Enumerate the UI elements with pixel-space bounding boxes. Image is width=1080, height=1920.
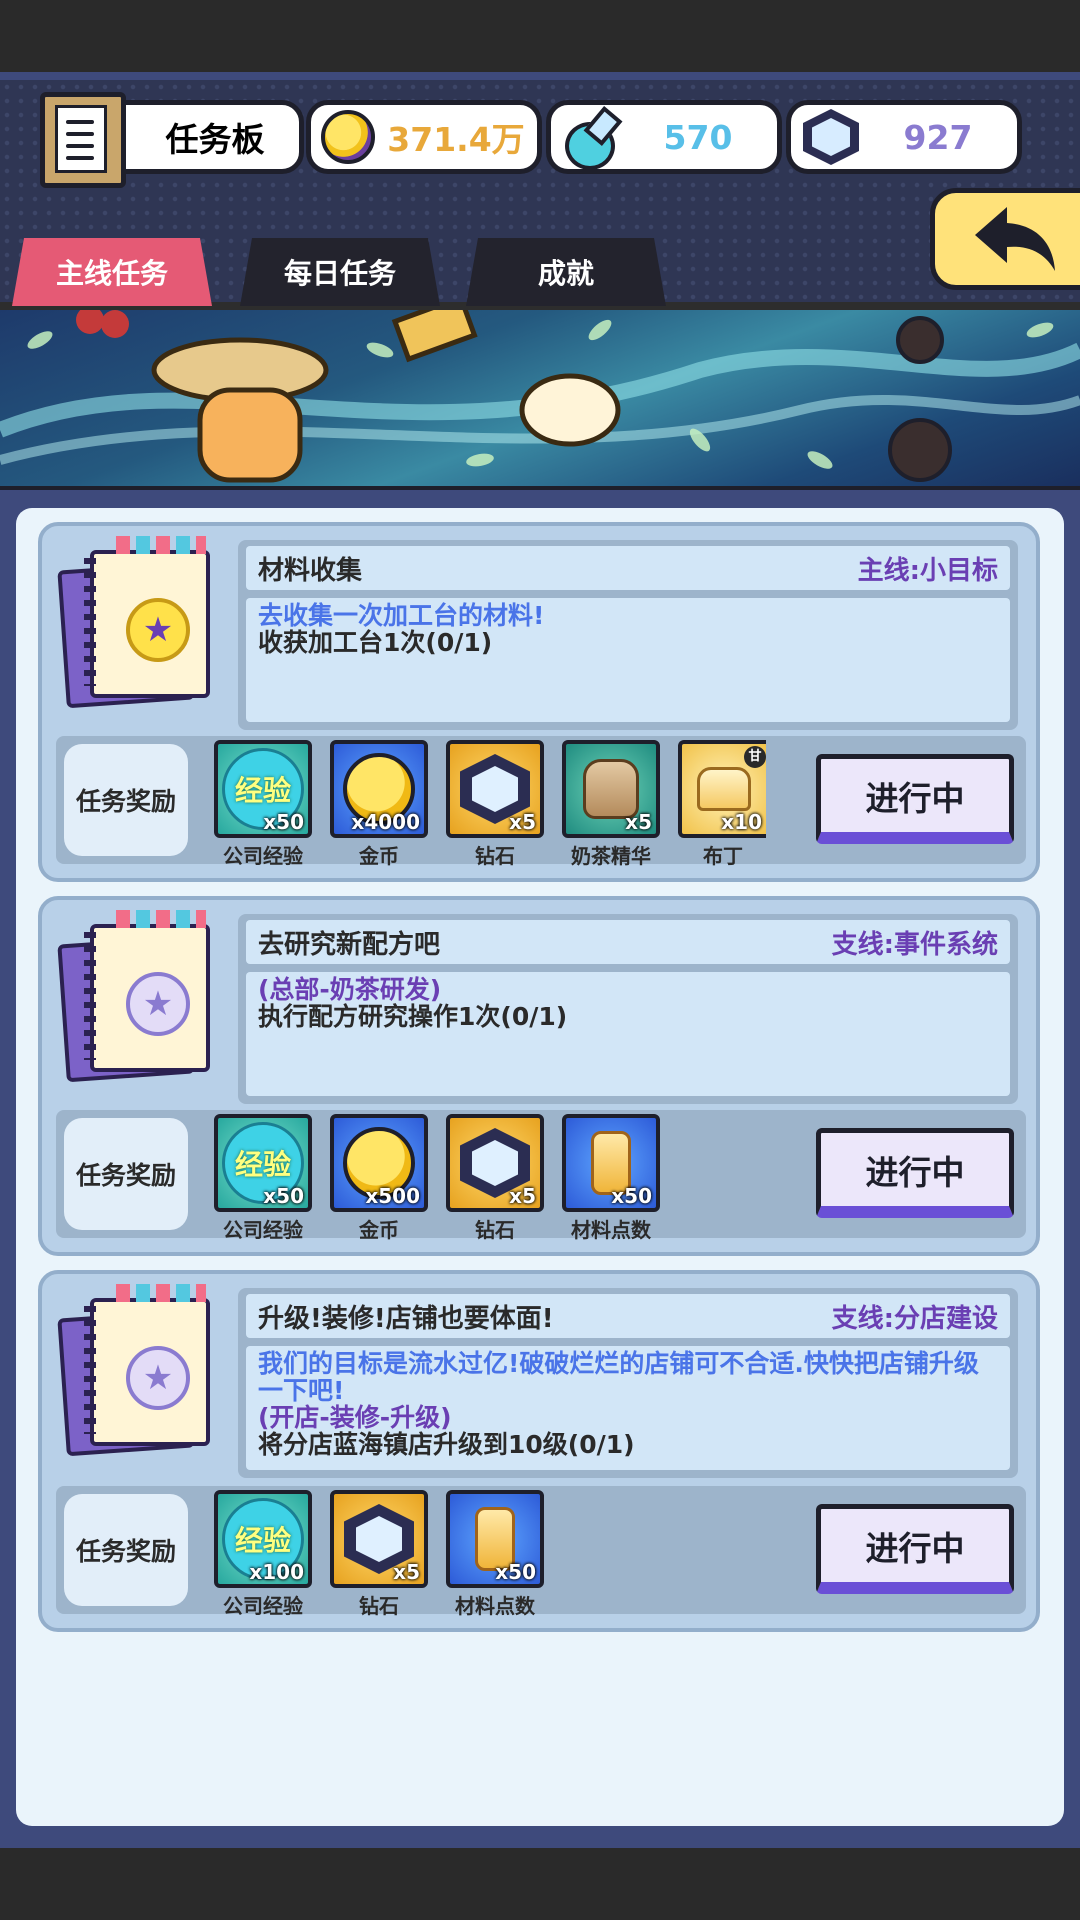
pudding-icon <box>697 767 751 811</box>
gem-icon <box>803 109 859 165</box>
quest-card: ★ 升级!装修!店铺也要体面! 支线:分店建设 我们的目标是流水过亿!破破烂烂的… <box>38 1270 1040 1632</box>
quest-notebook-icon: ★ <box>56 536 226 709</box>
reward-name: 钻石 <box>359 1594 399 1618</box>
quest-card: ★ 去研究新配方吧 支线:事件系统 (总部-奶茶研发) 执行配方研究操作1次(0… <box>38 896 1040 1256</box>
tab-daily-quests[interactable]: 每日任务 <box>240 238 440 306</box>
in-progress-button[interactable]: 进行中 <box>816 1504 1014 1594</box>
reward-item[interactable]: 经验 x50 <box>214 740 312 838</box>
in-progress-button[interactable]: 进行中 <box>816 754 1014 844</box>
reward-name: 金币 <box>359 1218 399 1242</box>
quest-description: 我们的目标是流水过亿!破破烂烂的店铺可不合适.快快把店铺升级一下吧! (开店-装… <box>246 1346 1010 1470</box>
reward-item[interactable]: x500 <box>330 1114 428 1212</box>
reward-row: 任务奖励 经验 x50 公司经验 x4000 金币 x5 钻石 x5 奶茶精华 … <box>56 736 1026 868</box>
reward-name: 金币 <box>359 844 399 868</box>
reward-item[interactable]: x50 <box>446 1490 544 1588</box>
reward-item[interactable]: x10 甘 <box>678 740 766 838</box>
reward-name: 材料点数 <box>455 1594 535 1618</box>
reward-item[interactable]: x5 <box>446 1114 544 1212</box>
tab-label: 主线任务 <box>55 257 168 290</box>
reward-name: 钻石 <box>475 1218 515 1242</box>
reward-row: 任务奖励 经验 x100 公司经验 x5 钻石 x50 材料点数 进行中 <box>56 1486 1026 1618</box>
coin-counter[interactable]: 371.4万 <box>306 100 542 174</box>
tab-label: 每日任务 <box>283 257 396 290</box>
quest-tag: 支线:分店建设 <box>831 1303 998 1334</box>
reward-item[interactable]: 经验 x100 <box>214 1490 312 1588</box>
gem-value: 927 <box>903 117 973 157</box>
pudding-badge: 甘 <box>744 746 766 768</box>
reward-name: 钻石 <box>475 844 515 868</box>
reward-name: 公司经验 <box>223 1594 303 1618</box>
potion-icon <box>561 106 623 170</box>
tab-label: 成就 <box>537 257 594 290</box>
tab-main-quests[interactable]: 主线任务 <box>12 238 212 306</box>
tab-achievements[interactable]: 成就 <box>466 238 666 306</box>
potion-value: 570 <box>663 117 733 157</box>
status-bar-bottom <box>0 1848 1080 1920</box>
quest-tag: 主线:小目标 <box>857 555 998 586</box>
reward-item[interactable]: x5 <box>330 1490 428 1588</box>
banner-illustration <box>0 310 1080 492</box>
quest-description: 去收集一次加工台的材料! 收获加工台1次(0/1) <box>246 598 1010 722</box>
quest-notebook-icon: ★ <box>56 910 226 1083</box>
reward-name: 公司经验 <box>223 844 303 868</box>
reward-name: 布丁 <box>703 844 743 868</box>
coin-icon <box>321 110 375 164</box>
reward-row: 任务奖励 经验 x50 公司经验 x500 金币 x5 钻石 x50 材料点数 … <box>56 1110 1026 1242</box>
reward-label: 任务奖励 <box>64 744 188 856</box>
status-bar-top <box>0 0 1080 72</box>
quest-tag: 支线:事件系统 <box>831 929 998 960</box>
reward-item[interactable]: x4000 <box>330 740 428 838</box>
quest-title: 材料收集 <box>258 555 363 586</box>
quest-notebook-icon: ★ <box>56 1284 226 1457</box>
back-button[interactable] <box>930 188 1080 290</box>
reward-item[interactable]: x5 <box>446 740 544 838</box>
quest-title: 升级!装修!店铺也要体面! <box>258 1303 554 1334</box>
reward-name: 奶茶精华 <box>571 844 651 868</box>
reward-label: 任务奖励 <box>64 1494 188 1606</box>
reward-name: 材料点数 <box>571 1218 651 1242</box>
gem-counter[interactable]: 927 <box>786 100 1022 174</box>
reward-label: 任务奖励 <box>64 1118 188 1230</box>
reward-item[interactable]: 经验 x50 <box>214 1114 312 1212</box>
quest-title: 去研究新配方吧 <box>258 929 441 960</box>
task-board-icon <box>40 92 126 188</box>
reward-item[interactable]: x5 <box>562 740 660 838</box>
quest-description: (总部-奶茶研发) 执行配方研究操作1次(0/1) <box>246 972 1010 1096</box>
in-progress-button[interactable]: 进行中 <box>816 1128 1014 1218</box>
back-arrow-icon <box>975 207 1055 271</box>
reward-name: 公司经验 <box>223 1218 303 1242</box>
reward-item[interactable]: x50 <box>562 1114 660 1212</box>
quest-card: ★ 材料收集 主线:小目标 去收集一次加工台的材料! 收获加工台1次(0/1) … <box>38 522 1040 882</box>
coin-value: 371.4万 <box>387 120 525 159</box>
potion-counter[interactable]: 570 <box>546 100 782 174</box>
